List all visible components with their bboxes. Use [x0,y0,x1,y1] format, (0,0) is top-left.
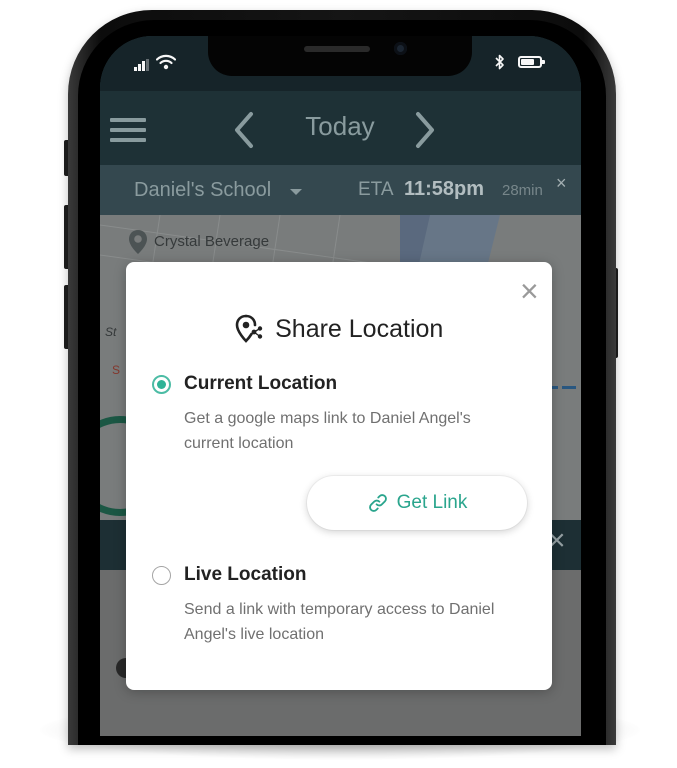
dialog-header: Share Location [126,314,552,344]
dialog-title: Share Location [275,314,444,343]
live-location-label[interactable]: Live Location [184,564,306,586]
get-link-label: Get Link [396,492,468,513]
current-location-description: Get a google maps link to Daniel Angel's… [184,410,471,452]
share-location-dialog: × Share Location Current Location Get a … [126,262,552,690]
live-location-radio[interactable] [152,566,171,585]
link-icon [367,492,389,514]
get-link-button[interactable]: Get Link [307,476,527,530]
current-location-label[interactable]: Current Location [184,373,337,395]
live-location-description: Send a link with temporary access to Dan… [184,601,495,643]
share-location-pin-icon [235,314,262,343]
close-icon[interactable]: × [520,275,539,307]
current-location-radio[interactable] [152,375,171,394]
